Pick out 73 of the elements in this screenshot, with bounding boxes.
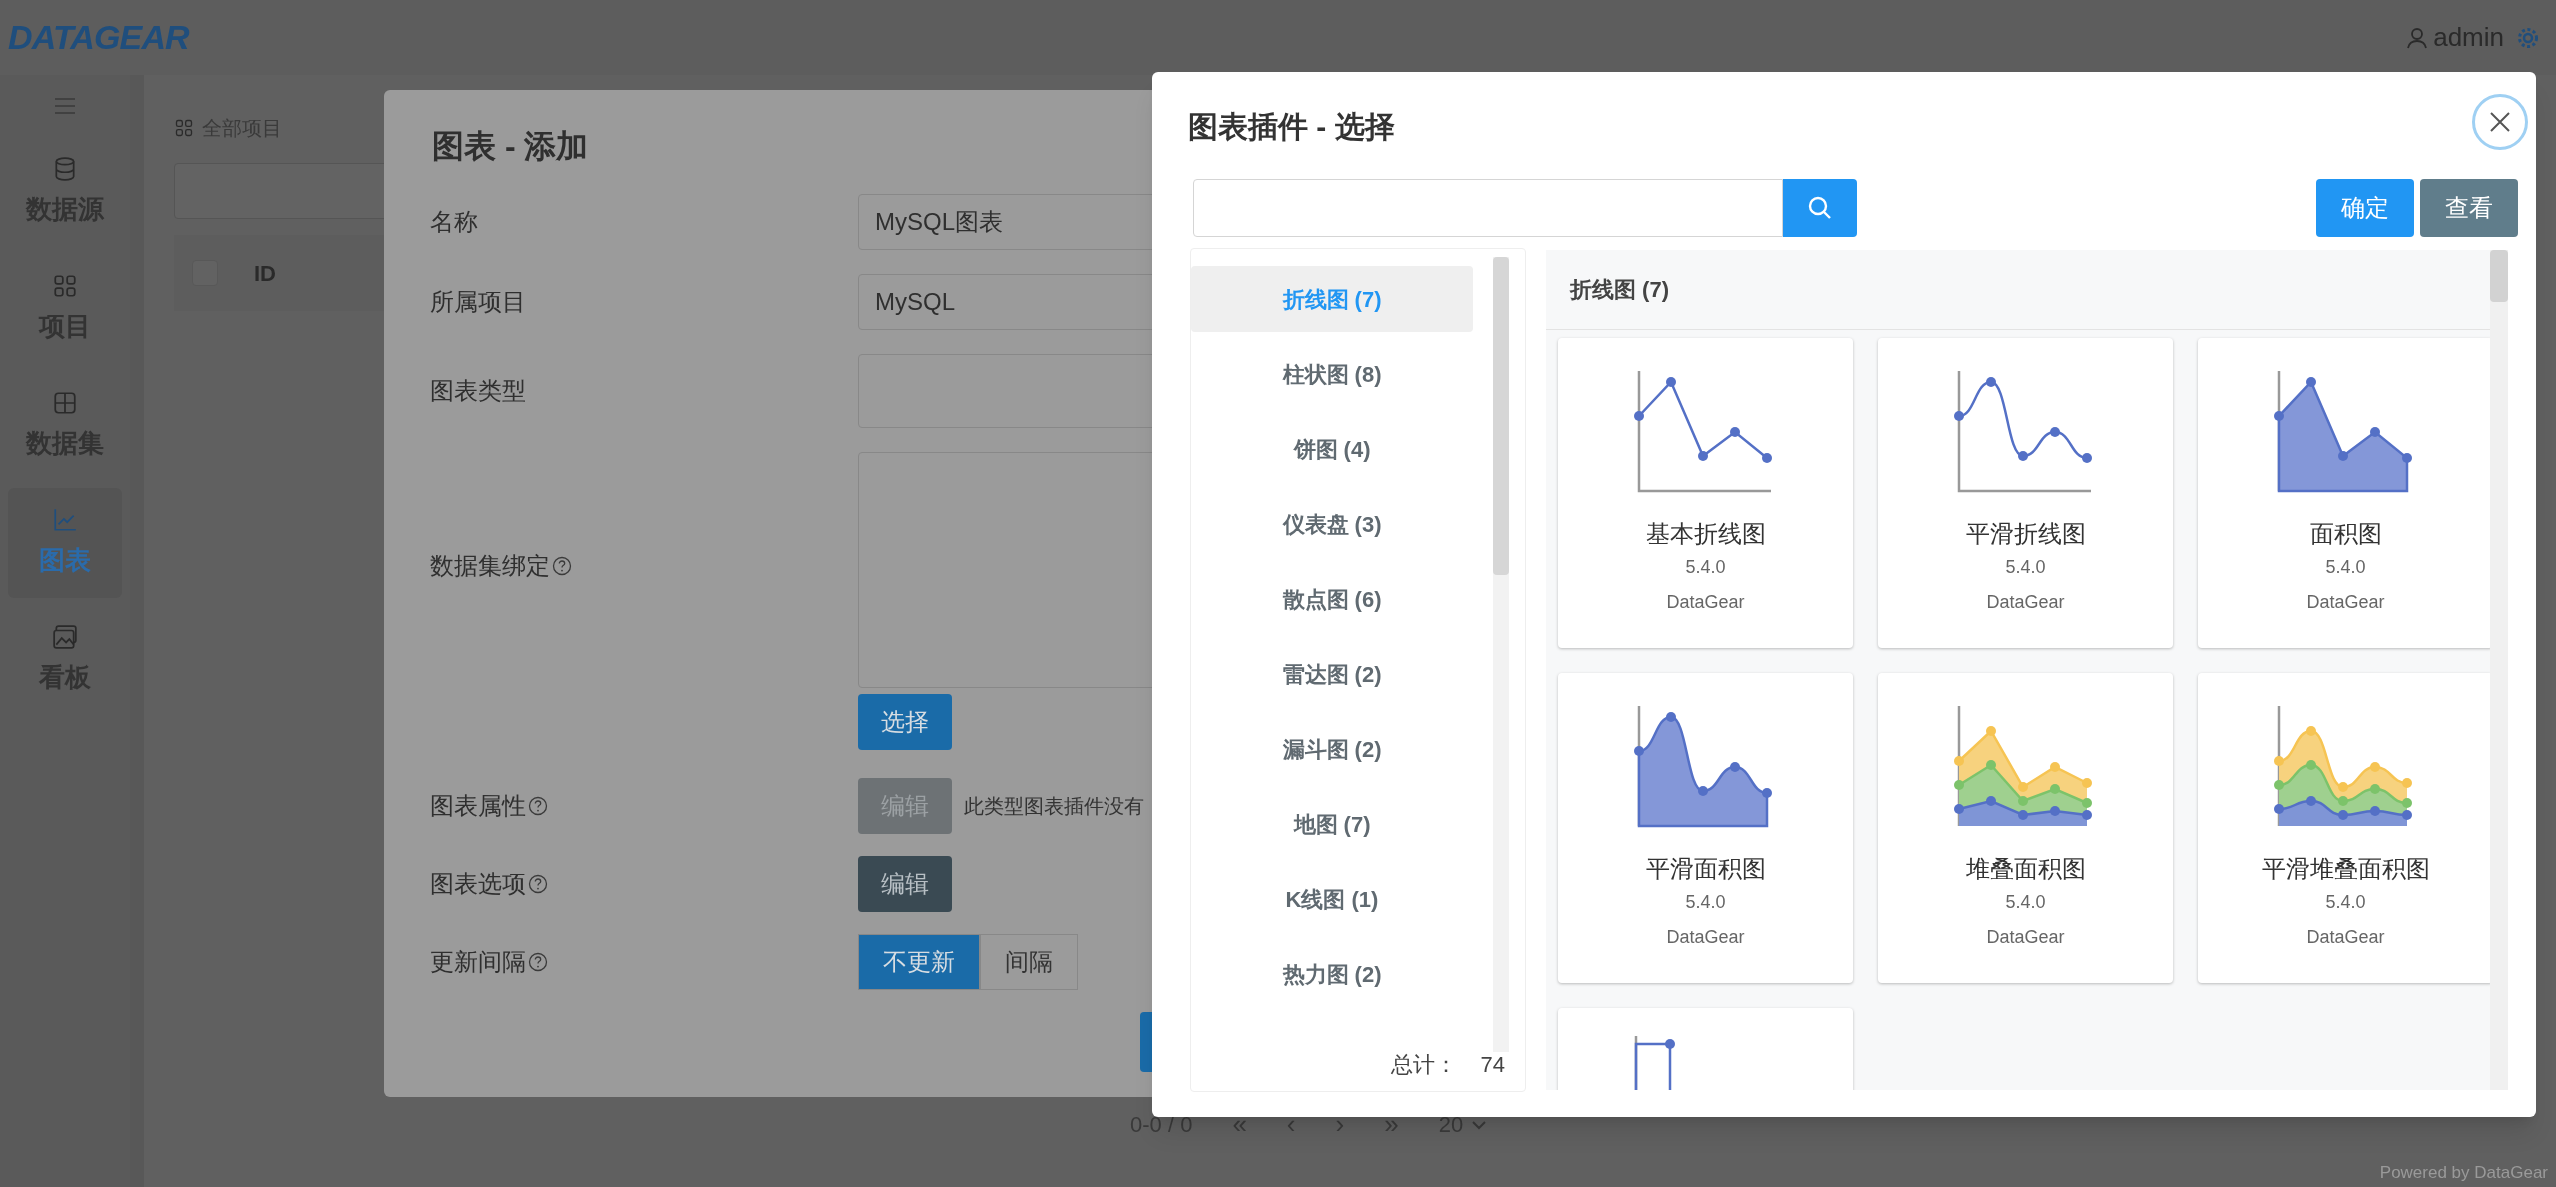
category-item[interactable]: 散点图 (6) [1191, 566, 1473, 632]
plugin-card[interactable]: 面积图 5.4.0 DataGear [2198, 338, 2493, 648]
category-item[interactable]: 雷达图 (2) [1191, 641, 1473, 707]
line-chart-icon [52, 506, 78, 533]
plugin-card[interactable]: 基本折线图 5.4.0 DataGear [1558, 338, 1853, 648]
close-button[interactable] [2472, 94, 2528, 150]
search-button[interactable] [1783, 179, 1857, 237]
grid-icon [174, 118, 194, 138]
plugin-name: 平滑折线图 [1965, 519, 2086, 549]
plugin-name: 面积图 [2309, 519, 2382, 549]
segment-button[interactable]: 间隔 [980, 934, 1078, 990]
plugin-name: 基本折线图 [1645, 519, 1766, 549]
chevron-down-icon [1471, 1119, 1488, 1130]
field-label: 名称 [430, 207, 478, 237]
category-item[interactable]: 漏斗图 (2) [1191, 716, 1473, 782]
category-item[interactable]: 饼图 (4) [1191, 416, 1473, 482]
hint-text: 此类型图表插件没有 [964, 794, 1144, 819]
plugin-name: 平滑面积图 [1645, 854, 1766, 884]
scrollbar[interactable] [2490, 250, 2508, 1090]
plugin-author: DataGear [2306, 591, 2385, 614]
section-header: 折线图 (7) [1546, 250, 2490, 330]
category-item[interactable]: 地图 (7) [1191, 791, 1473, 857]
select-button[interactable]: 选择 [858, 694, 952, 750]
plugin-card[interactable]: 平滑面积图 5.4.0 DataGear [1558, 673, 1853, 983]
field-label: 所属项目 [430, 287, 526, 317]
dialog-title: 图表插件 - 选择 [1188, 109, 1395, 145]
total-count: 74 [1480, 1051, 1505, 1079]
search-icon [1807, 195, 1833, 221]
logo: DATAGEAR [8, 17, 189, 58]
plugin-version: 5.4.0 [2005, 891, 2046, 914]
category-item[interactable]: 柱状图 (8) [1191, 341, 1473, 407]
field-label: 数据集绑定 [430, 551, 550, 581]
plugin-version: 5.4.0 [1685, 556, 1726, 579]
dialog-button[interactable]: 查看 [2420, 179, 2518, 237]
plugin-version: 5.4.0 [1685, 891, 1726, 914]
table-icon [52, 389, 78, 416]
field-label: 图表类型 [430, 376, 526, 406]
grid-icon [52, 272, 78, 299]
category-item[interactable]: 热力图 (2) [1191, 941, 1473, 1007]
plugin-card[interactable]: 平滑堆叠面积图 5.4.0 DataGear [2198, 673, 2493, 983]
plugin-version: 5.4.0 [2325, 556, 2366, 579]
scrollbar[interactable] [1493, 257, 1509, 1052]
dialog-button[interactable]: 确定 [2316, 179, 2414, 237]
close-icon [2489, 111, 2511, 133]
plugin-name: 平滑堆叠面积图 [2261, 854, 2430, 884]
plugin-author: DataGear [1666, 591, 1745, 614]
plugin-version: 5.4.0 [2325, 891, 2366, 914]
plugin-name: 堆叠面积图 [1965, 854, 2086, 884]
segment-button[interactable]: 不更新 [858, 934, 980, 990]
field-label: 更新间隔 [430, 947, 526, 977]
plugin-version: 5.4.0 [2005, 556, 2046, 579]
field-label: 图表选项 [430, 869, 526, 899]
settings-icon [2516, 25, 2540, 50]
image-icon [52, 623, 78, 650]
category-item[interactable]: K线图 (1) [1191, 866, 1473, 932]
menu-icon [54, 97, 76, 115]
plugin-author: DataGear [2306, 926, 2385, 949]
footer-text: Powered by DataGear [2379, 1162, 2548, 1184]
scrollbar-thumb[interactable] [2490, 250, 2508, 302]
scrollbar-thumb[interactable] [1493, 257, 1509, 575]
plugin-author: DataGear [1666, 926, 1745, 949]
database-icon [52, 155, 78, 182]
category-item[interactable]: 仪表盘 (3) [1191, 491, 1473, 557]
edit-button[interactable]: 编辑 [858, 856, 952, 912]
plugin-card[interactable]: 堆叠面积图 5.4.0 DataGear [1878, 673, 2173, 983]
plugin-card[interactable]: 平滑折线图 5.4.0 DataGear [1878, 338, 2173, 648]
category-item[interactable]: 折线图 (7) [1191, 266, 1473, 332]
user-icon [2405, 25, 2430, 50]
plugin-author: DataGear [1986, 591, 2065, 614]
dialog-title: 图表 - 添加 [432, 127, 589, 166]
total-label: 总计： [1390, 1051, 1457, 1079]
plugin-author: DataGear [1986, 926, 2065, 949]
field-label: 图表属性 [430, 791, 526, 821]
